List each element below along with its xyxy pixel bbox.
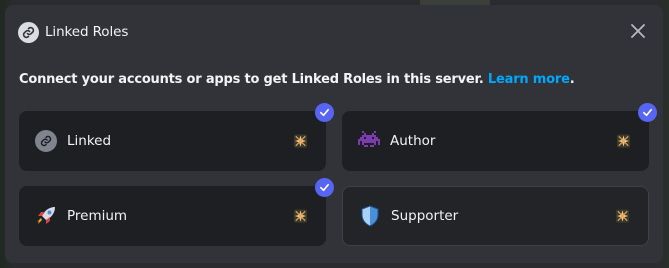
shield-icon: [359, 205, 381, 227]
role-label: Premium: [67, 208, 128, 224]
role-card-supporter[interactable]: Supporter: [342, 186, 649, 246]
linked-roles-modal: Linked Roles Connect your accounts or ap…: [5, 5, 663, 263]
modal-description: Connect your accounts or apps to get Lin…: [19, 72, 575, 87]
checkmark-icon: [320, 108, 329, 117]
selected-check-badge: [638, 103, 657, 122]
rocket-icon: [35, 205, 57, 227]
learn-more-link[interactable]: Learn more: [488, 72, 570, 87]
sparkle-icon: [615, 209, 630, 223]
role-card-author[interactable]: Author: [342, 103, 657, 171]
selected-check-badge: [315, 103, 334, 122]
selected-check-badge: [315, 178, 334, 197]
close-button[interactable]: [628, 21, 648, 41]
role-label: Supporter: [391, 208, 459, 224]
role-label: Linked: [67, 133, 112, 149]
role-card-premium[interactable]: Premium: [19, 178, 334, 246]
modal-title: Linked Roles: [45, 24, 129, 40]
link-icon: [18, 21, 39, 43]
sparkle-icon: [616, 134, 631, 148]
description-period: .: [569, 72, 575, 87]
sparkle-icon: [293, 134, 308, 148]
checkmark-icon: [320, 183, 329, 192]
close-icon: [631, 24, 645, 38]
checkmark-icon: [643, 108, 652, 117]
role-card-linked[interactable]: Linked: [19, 103, 334, 171]
sparkle-icon: [293, 209, 308, 223]
link-icon: [35, 130, 57, 152]
space-invader-icon: [358, 130, 380, 152]
role-label: Author: [390, 133, 436, 149]
description-text: Connect your accounts or apps to get Lin…: [19, 72, 484, 87]
modal-header: Linked Roles: [18, 21, 128, 43]
